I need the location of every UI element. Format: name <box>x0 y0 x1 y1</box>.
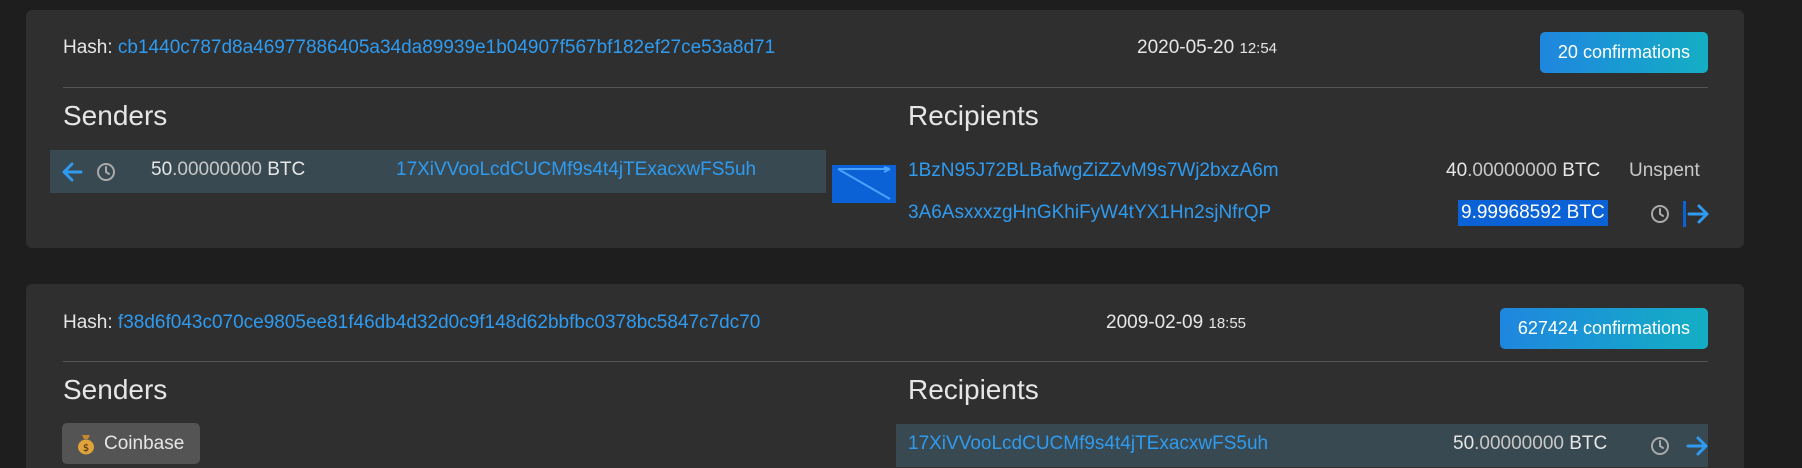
arrow-right-icon[interactable] <box>1682 431 1712 461</box>
coinbase-label: Coinbase <box>104 432 185 454</box>
recipient-amount: 40.00000000 BTC <box>1446 160 1600 182</box>
timestamp: 2009-02-09 18:55 <box>1106 312 1246 334</box>
coinbase-badge: $ Coinbase <box>62 423 201 464</box>
unspent-status: Unspent <box>1629 160 1700 181</box>
svg-text:$: $ <box>83 443 89 454</box>
recipient-address-link[interactable]: 3A6AsxxxzgHnGKhiFyW4tYX1Hn2sjNfrQP <box>908 202 1271 224</box>
confirmations-badge: 627424 confirmations <box>1499 308 1708 349</box>
sender-address-link[interactable]: 17XiVVooLcdCUCMf9s4t4jTExacxwFS5uh <box>396 159 756 181</box>
tx-flow-arrow-icon <box>832 165 896 208</box>
confirmations-badge: 20 confirmations <box>1539 32 1708 73</box>
transaction-card: Hash: f38d6f043c070ce9805ee81f46db4d32d0… <box>26 284 1744 468</box>
hash-row: Hash: cb1440c787d8a46977886405a34da89939… <box>63 37 775 59</box>
recipients-title: Recipients <box>908 374 1039 405</box>
amount-decimal: .00000000 <box>1474 433 1564 454</box>
transaction-header: Hash: cb1440c787d8a46977886405a34da89939… <box>63 10 1708 88</box>
money-bag-icon: $ <box>76 433 96 455</box>
amount-decimal: .00000000 <box>172 159 262 180</box>
recipients-title: Recipients <box>908 100 1039 131</box>
sender-amount: 50.00000000 BTC <box>151 159 305 181</box>
date: 2020-05-20 <box>1137 37 1235 58</box>
arrow-right-icon[interactable] <box>1682 199 1712 229</box>
amount-decimal: .00000000 <box>1467 160 1557 181</box>
amount-unit: BTC <box>1562 160 1601 181</box>
clock-icon[interactable] <box>1648 202 1672 226</box>
amount-integer: 40 <box>1446 160 1468 181</box>
recipient-address-link[interactable]: 17XiVVooLcdCUCMf9s4t4jTExacxwFS5uh <box>908 433 1268 455</box>
date: 2009-02-09 <box>1106 312 1204 333</box>
clock-icon[interactable] <box>1648 434 1672 458</box>
recipient-amount: 50.00000000 BTC <box>1453 433 1607 455</box>
amount-unit: BTC <box>267 159 306 180</box>
hash-link[interactable]: f38d6f043c070ce9805ee81f46db4d32d0c9f148… <box>118 312 760 333</box>
senders-title: Senders <box>63 100 168 131</box>
amount-unit: BTC <box>1569 433 1608 454</box>
hash-label: Hash: <box>63 37 113 58</box>
sender-row: 50.00000000 BTC 17XiVVooLcdCUCMf9s4t4jTE… <box>50 150 826 193</box>
transaction-header: Hash: f38d6f043c070ce9805ee81f46db4d32d0… <box>63 284 1708 362</box>
recipient-amount-selected: 9.99968592 BTC <box>1458 200 1608 226</box>
recipient-address-link[interactable]: 1BzN95J72BLBafwgZiZZvM9s7Wj2bxzA6m <box>908 160 1279 182</box>
amount-integer: 50 <box>151 159 173 180</box>
hash-link[interactable]: cb1440c787d8a46977886405a34da89939e1b049… <box>118 37 775 58</box>
amount-integer: 50 <box>1453 433 1475 454</box>
senders-title: Senders <box>63 374 168 405</box>
transaction-card: Hash: cb1440c787d8a46977886405a34da89939… <box>26 10 1744 248</box>
time: 18:55 <box>1208 315 1247 332</box>
timestamp: 2020-05-20 12:54 <box>1137 37 1277 59</box>
hash-label: Hash: <box>63 312 113 333</box>
arrow-left-icon[interactable] <box>60 160 84 184</box>
time: 12:54 <box>1239 40 1278 57</box>
hash-row: Hash: f38d6f043c070ce9805ee81f46db4d32d0… <box>63 312 760 334</box>
clock-icon[interactable] <box>94 160 118 184</box>
